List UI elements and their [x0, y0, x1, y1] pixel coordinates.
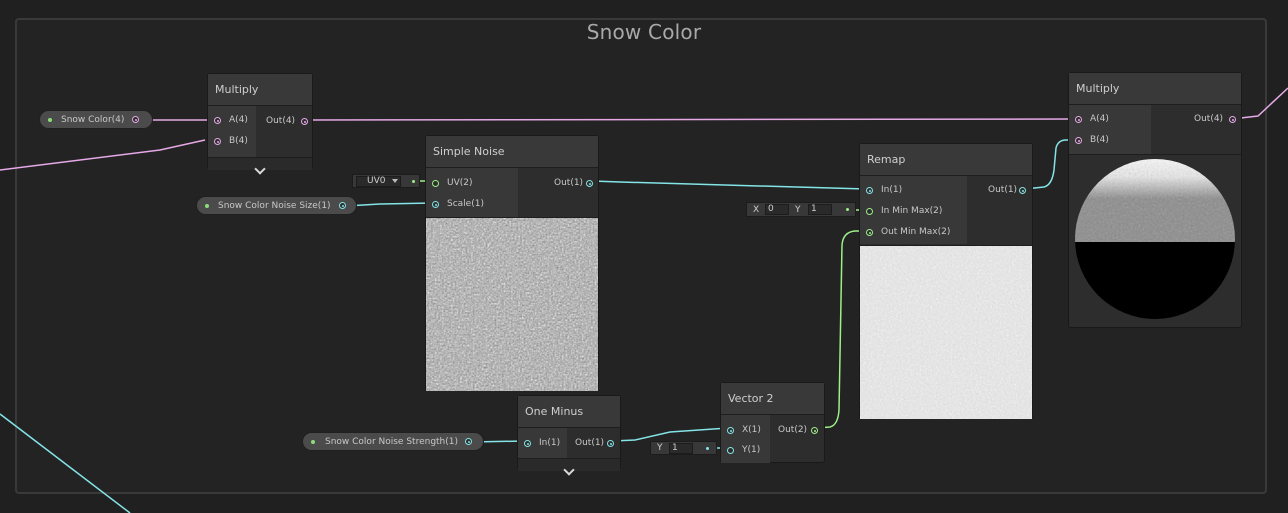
property-label: Snow Color Noise Strength(1)	[325, 437, 459, 447]
uv-dropdown[interactable]: UV0	[352, 174, 420, 188]
port-b-dot[interactable]	[214, 138, 221, 145]
port-b-dot[interactable]	[1075, 137, 1082, 144]
port-b[interactable]: B(4)	[214, 131, 248, 151]
port-out[interactable]: Out(1)	[575, 433, 614, 453]
port-scale[interactable]: Scale(1)	[432, 194, 484, 214]
port-out-dot[interactable]	[1019, 187, 1026, 194]
port-uv[interactable]: UV(2)	[432, 173, 473, 193]
property-noise-size[interactable]: Snow Color Noise Size(1)	[196, 196, 357, 215]
in-min-max-x-input[interactable]: 0	[765, 204, 789, 215]
remap-preview	[860, 245, 1032, 419]
port-a-dot[interactable]	[214, 117, 221, 124]
port-y[interactable]: Y(1)	[727, 440, 760, 460]
wire-oneminus-vector2	[612, 427, 729, 442]
port-uv-dot[interactable]	[432, 180, 439, 187]
noise-preview	[426, 217, 598, 391]
port-x[interactable]: X(1)	[727, 420, 761, 440]
port-out-dot[interactable]	[586, 180, 593, 187]
node-title: Multiply	[208, 74, 312, 106]
port-out[interactable]: Out(4)	[1194, 109, 1236, 129]
property-dot-icon	[311, 440, 315, 444]
uv-select[interactable]: UV0	[356, 176, 401, 187]
port-in-dot[interactable]	[866, 187, 873, 194]
port-out-dot[interactable]	[607, 440, 614, 447]
property-output-port[interactable]	[339, 202, 346, 209]
wire-multiply-multiply	[305, 118, 1076, 121]
node-title: One Minus	[518, 396, 620, 428]
port-b[interactable]: B(4)	[1075, 130, 1109, 150]
wire-external-left	[0, 139, 206, 171]
port-a[interactable]: A(4)	[214, 110, 248, 130]
vector2-y-field[interactable]: Y 1	[650, 441, 717, 455]
property-dot-icon	[48, 118, 52, 122]
remap-preview-image	[860, 246, 1032, 419]
port-in[interactable]: In(1)	[524, 433, 560, 453]
property-label: Snow Color(4)	[61, 115, 125, 125]
port-scale-dot[interactable]	[432, 201, 439, 208]
port-in-min-max-dot[interactable]	[866, 208, 873, 215]
wire-noise-remap	[591, 180, 867, 190]
expand-toggle[interactable]	[208, 157, 312, 175]
port-out[interactable]: Out(1)	[988, 180, 1026, 200]
simple-noise-node[interactable]: Simple Noise UV(2) Scale(1) Out(1)	[425, 135, 599, 391]
wire-noisesize-scale	[345, 202, 434, 207]
port-out-dot[interactable]	[1229, 116, 1236, 123]
multiply-node-right[interactable]: Multiply A(4) B(4) Out(4)	[1068, 72, 1242, 328]
connector-dot	[846, 208, 849, 211]
node-title: Remap	[860, 144, 1032, 176]
vector2-y-input[interactable]: 1	[669, 443, 693, 454]
port-out-dot[interactable]	[811, 427, 818, 434]
port-out-min-max-dot[interactable]	[866, 229, 873, 236]
sphere-preview-image	[1075, 159, 1235, 319]
wire-external-bottom	[0, 413, 131, 513]
property-label: Snow Color Noise Size(1)	[218, 201, 331, 211]
vector2-node[interactable]: Vector 2 X(1) Y(1) Out(2)	[720, 382, 825, 463]
port-in-dot[interactable]	[524, 440, 531, 447]
port-a[interactable]: A(4)	[1075, 109, 1109, 129]
property-snow-color[interactable]: Snow Color(4)	[39, 110, 153, 129]
multiply-preview	[1069, 154, 1241, 328]
property-output-port[interactable]	[132, 116, 139, 123]
remap-node[interactable]: Remap In(1) In Min Max(2) Out Min Max(2)…	[859, 143, 1033, 419]
connector-dot	[706, 447, 709, 450]
node-title: Multiply	[1069, 73, 1241, 105]
port-in-min-max[interactable]: In Min Max(2)	[866, 201, 942, 221]
multiply-node-left[interactable]: Multiply A(4) B(4) Out(4)	[207, 73, 313, 175]
in-min-max-field[interactable]: X 0 Y 1	[746, 202, 856, 217]
port-in[interactable]: In(1)	[866, 180, 902, 200]
node-title: Vector 2	[721, 383, 824, 415]
in-min-max-y-input[interactable]: 1	[808, 204, 832, 215]
uv-connector-dot	[412, 180, 415, 183]
port-out[interactable]: Out(1)	[554, 173, 593, 193]
property-noise-strength[interactable]: Snow Color Noise Strength(1)	[302, 432, 484, 451]
property-dot-icon	[205, 204, 209, 208]
port-x-dot[interactable]	[727, 427, 734, 434]
port-out[interactable]: Out(2)	[778, 420, 818, 440]
port-y-dot[interactable]	[727, 447, 734, 454]
node-title: Simple Noise	[426, 136, 598, 168]
port-out-dot[interactable]	[301, 118, 308, 125]
dropdown-arrow-icon	[392, 179, 398, 183]
expand-toggle[interactable]	[518, 458, 620, 476]
noise-preview-image	[426, 218, 598, 391]
property-output-port[interactable]	[465, 438, 472, 445]
one-minus-node[interactable]: One Minus In(1) Out(1)	[517, 395, 621, 476]
port-out-min-max[interactable]: Out Min Max(2)	[866, 222, 950, 242]
port-out[interactable]: Out(4)	[266, 111, 308, 131]
port-a-dot[interactable]	[1075, 116, 1082, 123]
